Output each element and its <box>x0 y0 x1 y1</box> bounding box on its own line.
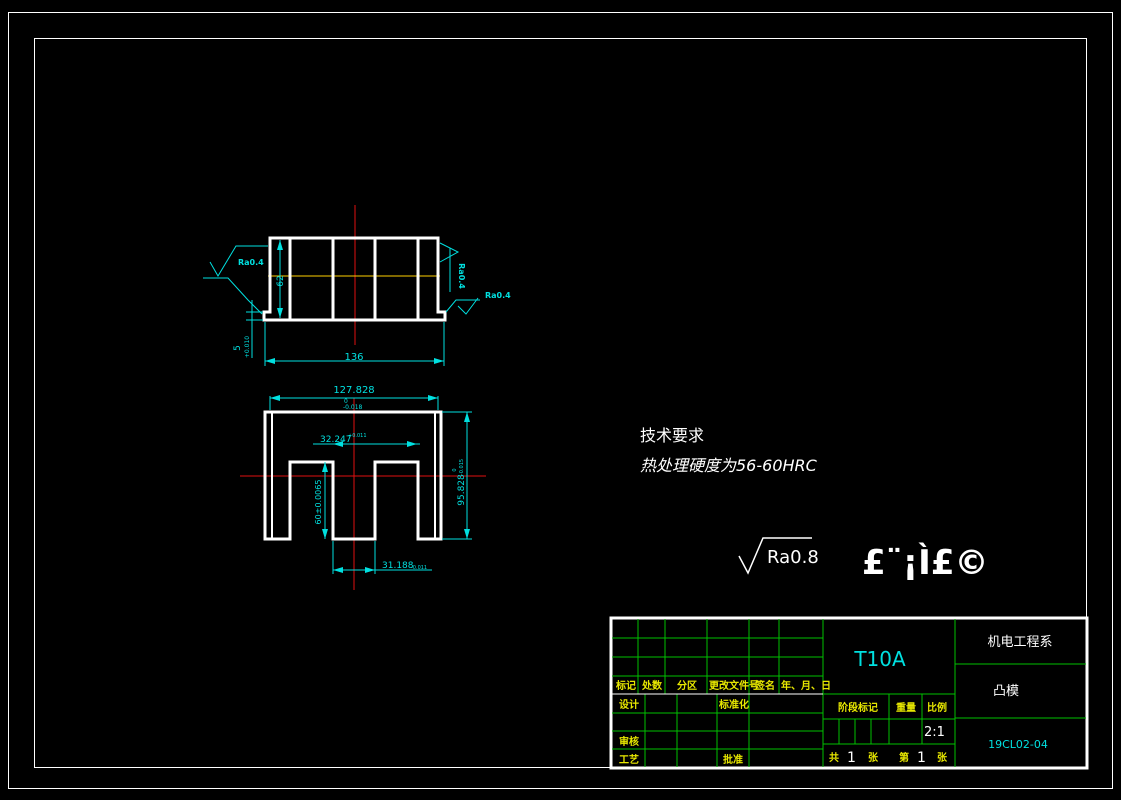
tb-approve: 批准 <box>723 753 743 766</box>
tb-process: 工艺 <box>619 753 639 766</box>
tb-stage-mark: 阶段标记 <box>838 701 878 714</box>
garbled-text: £¨¡Ì£© <box>862 542 988 583</box>
tb-current-label: 第 <box>899 751 909 764</box>
dim-5-text: 5 <box>233 345 243 351</box>
tb-count: 处数 <box>641 679 663 692</box>
tb-current-value: 1 <box>917 750 926 766</box>
dim-136-arrow-left <box>265 358 275 364</box>
dim-127-tol-lower: -0.018 <box>343 404 363 411</box>
dim-60-arrow-bottom <box>322 529 328 539</box>
roughness-vert-symbol <box>439 242 460 263</box>
title-block: 标记 处数 分区 更改文件号 签名 年、月、日 设计 标准化 审核 工艺 批准 … <box>609 616 1089 770</box>
tb-department: 机电工程系 <box>987 635 1052 650</box>
tb-total-value: 1 <box>847 750 856 766</box>
inner-frame <box>34 38 1087 768</box>
dim-31-arrow-right <box>365 567 375 573</box>
roughness-left-symbol <box>203 277 263 315</box>
cad-drawing: 136 62 5 +0.010 Ra0.4 Ra0.4 Ra0.4 127.82… <box>8 12 1113 789</box>
tb-sheet-unit: 张 <box>868 751 879 764</box>
dim-32-text: 32.247 <box>320 435 352 445</box>
roughness-right-text: Ra0.4 <box>485 291 511 300</box>
tb-date: 年、月、日 <box>781 679 831 692</box>
dim-60-text: 60±0.0065 <box>314 480 323 525</box>
dim-95-arrow-bottom <box>464 529 470 539</box>
dim-31-text: 31.188 <box>382 561 414 571</box>
tb-current-unit: 张 <box>937 751 948 764</box>
tb-review: 审核 <box>619 735 639 748</box>
roughness-general-text: Ra0.8 <box>767 547 819 568</box>
tb-zone: 分区 <box>677 679 697 692</box>
tb-mark: 标记 <box>615 679 636 692</box>
top-view: 136 62 5 +0.010 Ra0.4 Ra0.4 Ra0.4 <box>203 205 511 366</box>
tb-drawing-no: 19CL02-04 <box>988 738 1048 751</box>
tb-scale: 比例 <box>927 701 947 714</box>
tb-weight: 重量 <box>896 701 916 714</box>
dim-95-arrow-top <box>464 412 470 422</box>
dim-95-tol-lower: -0.015 <box>459 459 465 475</box>
dim-5-tolerance: +0.010 <box>244 336 251 358</box>
tb-total-label: 共 <box>829 751 839 764</box>
dim-32-tolerance: +0.011 <box>348 433 367 439</box>
roughness-vert-text: Ra0.4 <box>457 263 466 289</box>
tb-change-doc: 更改文件号 <box>709 679 759 692</box>
dim-31-arrow-left <box>333 567 343 573</box>
tb-part-name: 凸模 <box>993 684 1019 699</box>
dim-31-tolerance: -0.011 <box>411 565 427 571</box>
tb-scale-value: 2:1 <box>924 725 945 740</box>
tb-material: T10A <box>853 647 906 671</box>
dim-136-text: 136 <box>344 352 363 363</box>
tb-sign: 签名 <box>754 679 775 692</box>
dim-62-arrow-bottom <box>277 308 283 318</box>
dim-62-text: 62 <box>276 275 286 286</box>
tech-req-text: 热处理硬度为56-60HRC <box>640 456 818 475</box>
tb-design: 设计 <box>619 698 639 711</box>
front-view: 127.828 0 -0.018 32.247 +0.011 60±0.0065… <box>240 385 486 590</box>
dim-62-arrow-top <box>277 240 283 250</box>
tb-standardize: 标准化 <box>718 698 749 711</box>
dim-127-arrow-left <box>270 395 280 401</box>
dim-95-text: 95.828 <box>457 474 467 506</box>
dim-127-text: 127.828 <box>333 385 374 396</box>
dim-95-tol-upper: 0 <box>452 468 458 471</box>
roughness-left-text: Ra0.4 <box>238 258 264 267</box>
outer-frame <box>8 12 1113 789</box>
tech-req-title: 技术要求 <box>640 426 704 445</box>
dim-32-arrow-right <box>407 441 417 447</box>
dim-127-arrow-right <box>428 395 438 401</box>
dim-136-arrow-right <box>434 358 444 364</box>
